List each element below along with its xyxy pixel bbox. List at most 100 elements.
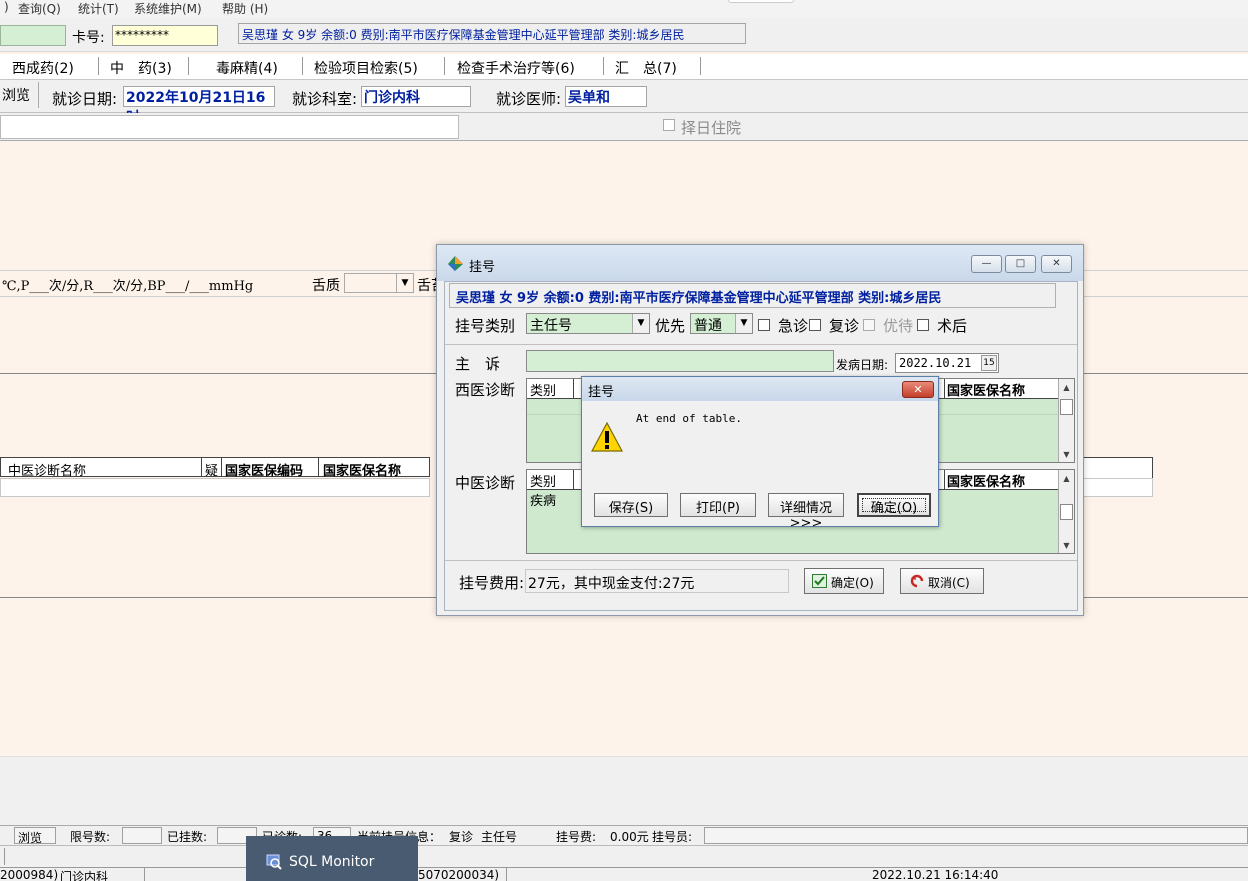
alert-close-button[interactable]: ✕: [902, 381, 934, 398]
alert-print-button[interactable]: 打印(P): [680, 493, 756, 517]
card-number-field[interactable]: *********: [112, 25, 218, 46]
revisit-checkbox[interactable]: [809, 319, 821, 331]
visit-doctor-field[interactable]: 吴单和: [565, 86, 647, 107]
bottom-panel: [0, 756, 1248, 825]
chevron-down-icon[interactable]: ▼: [735, 314, 752, 333]
column-header: 国家医保名称: [323, 464, 402, 479]
alert-dialog: 挂号 ✕ At end of table. 保存(S) 打印(P) 详细情况>>…: [581, 376, 939, 531]
prio-wait-checkbox[interactable]: [863, 319, 875, 331]
status-browse-button[interactable]: 浏览: [14, 827, 56, 845]
menu-item-partial[interactable]: ): [4, 0, 9, 14]
admission-checkbox[interactable]: [663, 119, 675, 131]
top-drag-handle: [728, 0, 794, 3]
tongue-select[interactable]: ▼: [344, 273, 414, 293]
dialog-patient-info-box: 吴思瑾 女 9岁 余额:0 费别:南平市医疗保障基金管理中心延平管理部 类别:城…: [449, 283, 1056, 308]
alert-ok-label: 确定(O): [870, 501, 918, 516]
visit-date-field[interactable]: 2022年10月21日16时: [123, 86, 275, 126]
dialog-cancel-button[interactable]: 取消(C): [900, 568, 984, 594]
dialog-titlebar: 挂号 — □ ✕: [437, 245, 1083, 281]
registrar-label: 挂号员:: [652, 830, 693, 844]
alert-ok-button[interactable]: 确定(O): [857, 493, 931, 517]
vitals-text: ℃,P___次/分,R___次/分,BP___/___mmHg: [2, 279, 254, 294]
column-separator: [201, 458, 202, 476]
minimize-button[interactable]: —: [971, 255, 1002, 273]
status-datetime: 2022.10.21 16:14:40: [872, 868, 999, 881]
tab-chinese-medicine[interactable]: 中 药(3): [110, 58, 172, 78]
postop-checkbox[interactable]: [917, 319, 929, 331]
visit-dept-field[interactable]: 门诊内科: [361, 86, 471, 107]
status-bar: 浏览 限号数: 已挂数: 已诊数: 36 当前挂号信息： 复诊 主任号 挂号费:…: [0, 825, 1248, 845]
priority-select[interactable]: 普通 ▼: [690, 313, 753, 334]
tab-western-medicine[interactable]: 西成药(2): [12, 58, 74, 78]
calendar-icon[interactable]: 15: [981, 355, 997, 371]
app-logo-icon: [448, 256, 463, 271]
reg-type-select[interactable]: 主任号 ▼: [526, 313, 650, 334]
menu-item-help[interactable]: 帮助 (H): [222, 0, 268, 17]
column-separator: [221, 458, 222, 476]
tab-lab-search[interactable]: 检验项目检索(5): [314, 58, 418, 78]
priority-label: 优先: [655, 317, 686, 335]
fee-value: 27元，其中现金支付:27元: [528, 576, 695, 592]
close-button[interactable]: ✕: [1041, 255, 1072, 273]
dialog-title: 挂号: [469, 260, 496, 275]
tab-separator: [444, 57, 445, 75]
tab-narcotics[interactable]: 毒麻精(4): [216, 58, 278, 78]
sql-monitor-label: SQL Monitor: [289, 854, 375, 870]
tcm-grid-row[interactable]: [0, 478, 430, 497]
fee-value: 0.00元: [610, 830, 649, 844]
status-dept: 门诊内科: [60, 870, 109, 881]
patient-id-field[interactable]: [0, 25, 66, 46]
menu-item-stats[interactable]: 统计(T): [78, 0, 119, 17]
dialog-patient-info: 吴思瑾 女 9岁 余额:0 费别:南平市医疗保障基金管理中心延平管理部 类别:城…: [456, 291, 942, 306]
sql-monitor-taskbar-item[interactable]: SQL Monitor: [246, 836, 418, 881]
column-separator: [944, 470, 945, 489]
menu-item-query[interactable]: 查询(Q): [18, 0, 61, 17]
checkmark-icon: [812, 574, 827, 588]
dialog-ok-button[interactable]: 确定(O): [804, 568, 884, 594]
tcm-grid-scrollbar[interactable]: ▲ ▼: [1058, 470, 1074, 553]
column-header: 类别: [530, 475, 557, 490]
alert-details-label: 详细情况>>>: [779, 501, 832, 531]
chevron-down-icon[interactable]: ▼: [632, 314, 649, 333]
column-header: 国家医保编码: [225, 464, 304, 479]
alert-details-button[interactable]: 详细情况>>>: [768, 493, 844, 531]
alert-save-label: 保存(S): [608, 501, 654, 516]
database-monitor-icon: [266, 854, 282, 870]
alert-titlebar: 挂号 ✕: [582, 377, 938, 401]
column-header: 国家医保名称: [947, 475, 1026, 490]
status-bar-3: 2000984) 门诊内科 5070200034) 2022.10.21 16:…: [0, 867, 1248, 881]
undo-icon: [910, 574, 924, 588]
tab-separator: [603, 57, 604, 75]
complaint-field[interactable]: [526, 350, 834, 372]
registered-label: 已挂数:: [167, 830, 208, 844]
row3-field[interactable]: [0, 115, 459, 139]
tab-exam-surgery[interactable]: 检查手术治疗等(6): [457, 58, 575, 78]
fee-label: 挂号费用:: [459, 574, 525, 592]
fee-field: 27元，其中现金支付:27元: [525, 569, 789, 593]
visit-dept-label: 就诊科室:: [292, 90, 358, 108]
tab-separator: [98, 57, 99, 75]
menu-item-system[interactable]: 系统维护(M): [134, 0, 202, 17]
maximize-button[interactable]: □: [1005, 255, 1036, 273]
postop-label: 术后: [937, 317, 968, 335]
column-separator: [573, 470, 574, 489]
browse-label[interactable]: 浏览: [2, 85, 30, 105]
priority-value: 普通: [694, 318, 722, 334]
fee-label: 挂号费:: [556, 830, 597, 844]
alert-print-label: 打印(P): [696, 501, 740, 516]
onset-date-field[interactable]: 2022.10.21 15: [895, 353, 999, 373]
urgent-checkbox[interactable]: [758, 319, 770, 331]
alert-save-button[interactable]: 保存(S): [594, 493, 668, 517]
divider: [445, 560, 1077, 561]
revisit-label: 复诊: [829, 317, 860, 335]
tab-summary[interactable]: 汇 总(7): [615, 58, 677, 78]
tab-separator: [700, 57, 701, 75]
reg-type-label: 挂号类别: [455, 317, 516, 335]
status-code-left: 2000984): [0, 868, 59, 881]
status-code-mid: 5070200034): [418, 868, 500, 881]
west-grid-scrollbar[interactable]: ▲ ▼: [1058, 379, 1074, 462]
visit-row: 浏览 就诊日期: 2022年10月21日16时 就诊科室: 门诊内科 就诊医师:…: [0, 80, 1248, 126]
separator: [144, 868, 145, 881]
onset-date-value: 2022.10.21: [899, 356, 972, 370]
chevron-down-icon[interactable]: ▼: [396, 274, 413, 292]
